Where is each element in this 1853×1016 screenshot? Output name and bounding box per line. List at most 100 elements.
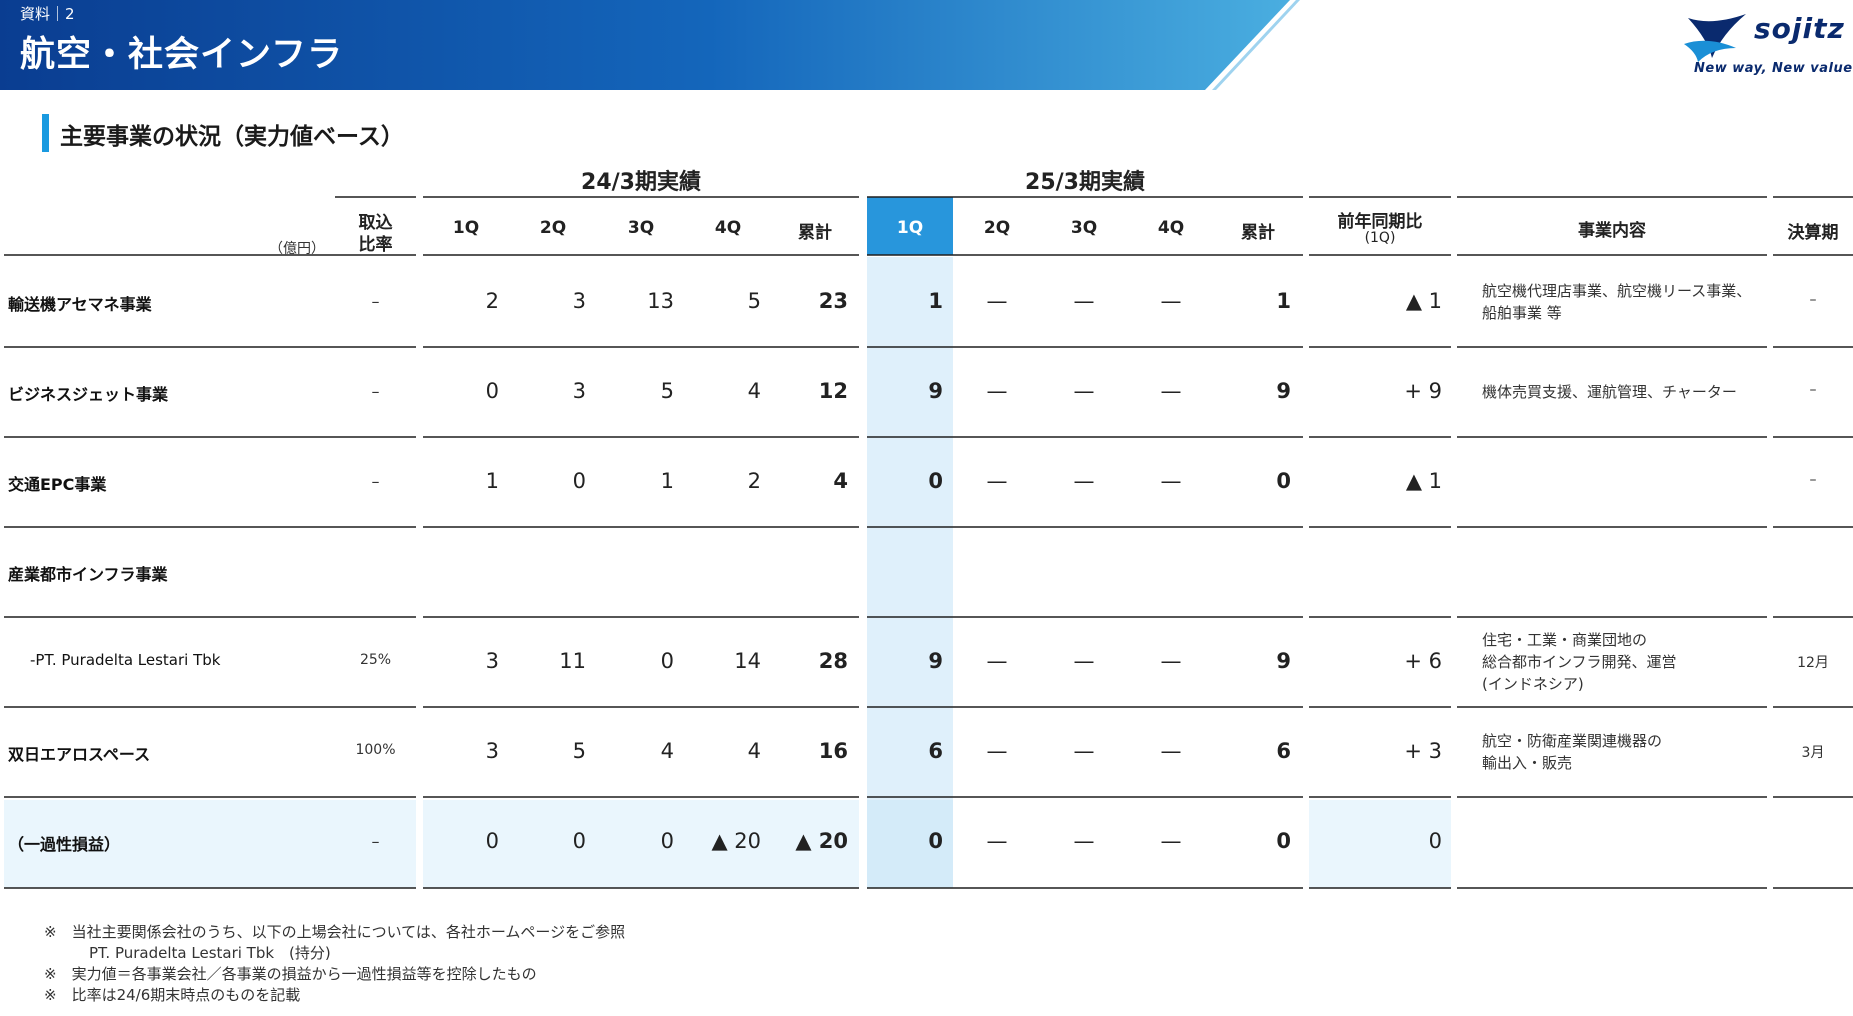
fiscal-value: –: [1809, 292, 1817, 308]
fy24-value: 0: [485, 829, 499, 853]
fy24-value: 3: [572, 379, 586, 403]
fy24-value: 12: [818, 379, 848, 403]
fy24-value: 4: [660, 739, 674, 763]
col-header-fy24-3q: 3Q: [627, 218, 655, 238]
fy25-value: —: [986, 739, 1008, 763]
business-description: 住宅・工業・商業団地の: [1482, 631, 1648, 649]
fy24-value: 13: [647, 289, 674, 313]
fiscal-value: –: [1809, 472, 1817, 488]
fy24-value: 16: [818, 739, 848, 763]
fiscal-value: –: [1809, 382, 1817, 398]
col-header-fy25-3q: 3Q: [1070, 218, 1098, 238]
fy24-value: ▲ 20: [795, 829, 848, 853]
col-header-fy25-1q: 1Q: [896, 218, 924, 238]
ratio-value: 25%: [359, 652, 392, 668]
fy25-value: 0: [1276, 829, 1291, 853]
fy25-value: 9: [1276, 649, 1291, 673]
fy24-value: 0: [660, 829, 674, 853]
fy24-value: 2: [485, 289, 499, 313]
fy24-value: 4: [747, 379, 761, 403]
fy25-value: —: [986, 379, 1008, 403]
fy25-value: 0: [928, 469, 943, 493]
fy25-value: —: [986, 289, 1008, 313]
fy25-value: 1: [928, 289, 943, 313]
fy25-value: —: [1160, 829, 1182, 853]
col-header-fiscal: 決算期: [1787, 223, 1839, 243]
yoy-value: + 3: [1404, 739, 1442, 763]
col-header-ratio-2: 比率: [358, 235, 393, 255]
fy24-value: 0: [572, 829, 586, 853]
fy25-value: —: [1073, 469, 1095, 493]
fy24-value: 11: [559, 649, 586, 673]
col-header-fy24-1q: 1Q: [452, 218, 480, 238]
col-header-fy24-total: 累計: [798, 223, 832, 243]
yoy-value: ▲ 1: [1405, 289, 1442, 313]
business-description: 総合都市インフラ開発、運営: [1482, 653, 1677, 671]
col-header-fy24-2q: 2Q: [539, 218, 567, 238]
fy25-value: —: [986, 649, 1008, 673]
col-header-business: 事業内容: [1578, 221, 1646, 241]
col-header-fy25-2q: 2Q: [983, 218, 1011, 238]
fy25-value: —: [1160, 289, 1182, 313]
fy25-value: —: [1160, 469, 1182, 493]
fy25-value: —: [1073, 829, 1095, 853]
ratio-value: –: [371, 832, 380, 851]
fy25-value: —: [1073, 649, 1095, 673]
row-label: 双日エアロスペース: [8, 745, 151, 764]
fy25-value: 9: [928, 649, 943, 673]
fiscal-value: 12月: [1797, 655, 1829, 671]
row-label: 輸送機アセマネ事業: [8, 295, 152, 314]
fy24-value: 3: [485, 649, 499, 673]
fy24-value: 4: [747, 739, 761, 763]
table-grid: [4, 196, 1853, 889]
fy25-value: 9: [928, 379, 943, 403]
fy24-value: 0: [660, 649, 674, 673]
fy24-value: 3: [572, 289, 586, 313]
business-description: 航空・防衛産業関連機器の: [1482, 732, 1663, 750]
yoy-value: + 6: [1404, 649, 1442, 673]
fy25-value: —: [1160, 379, 1182, 403]
fy24-value: 0: [572, 469, 586, 493]
fy25-value: —: [986, 469, 1008, 493]
fy24-value: 14: [734, 649, 761, 673]
unit-label: （億円）: [269, 241, 325, 257]
fy24-value: 5: [747, 289, 761, 313]
fy25-value: —: [1073, 379, 1095, 403]
fy24-value: 5: [660, 379, 674, 403]
fy24-value: 23: [818, 289, 848, 313]
col-header-fy25-4q: 4Q: [1157, 218, 1185, 238]
row-label: ビジネスジェット事業: [8, 385, 169, 404]
fy25-value: 9: [1276, 379, 1291, 403]
fy25-value: 6: [928, 739, 943, 763]
col-header-yoy-2: (1Q): [1364, 230, 1396, 246]
ratio-value: 100%: [355, 742, 396, 758]
fy24-value: 0: [485, 379, 499, 403]
row-label: 交通EPC事業: [8, 475, 107, 494]
row-label: 産業都市インフラ事業: [8, 565, 168, 584]
col-header-fy25-total: 累計: [1241, 223, 1275, 243]
fy25-value: 0: [928, 829, 943, 853]
fy25-value: —: [1160, 739, 1182, 763]
yoy-value: + 9: [1404, 379, 1442, 403]
ratio-value: –: [371, 382, 380, 401]
fy24-value: ▲ 20: [711, 829, 761, 853]
business-description: 航空機代理店事業、航空機リース事業、: [1482, 282, 1752, 300]
fy25-value: 1: [1276, 289, 1291, 313]
fy25-value: —: [1160, 649, 1182, 673]
fy25-value: 6: [1276, 739, 1291, 763]
yoy-value: ▲ 1: [1405, 469, 1442, 493]
fy24-value: 2: [747, 469, 761, 493]
footnote-3: ※ 実力値＝各事業会社／各事業の損益から一過性損益等を控除したもの: [44, 965, 537, 983]
row-label: -PT. Puradelta Lestari Tbk: [30, 651, 221, 669]
row-label: （一過性損益）: [8, 835, 121, 854]
fy25-value: —: [1073, 739, 1095, 763]
fy24-value: 28: [818, 649, 848, 673]
fy25-value: —: [1073, 289, 1095, 313]
fy25-value: 0: [1276, 469, 1291, 493]
business-description: 輸出入・販売: [1482, 754, 1573, 772]
group-header-fy25: 25/3期実績: [1025, 170, 1145, 195]
highlight-column: [867, 257, 953, 888]
fy24-value: 3: [485, 739, 499, 763]
footnote-4: ※ 比率は24/6期末時点のものを記載: [44, 986, 301, 1004]
ratio-value: –: [371, 292, 380, 311]
